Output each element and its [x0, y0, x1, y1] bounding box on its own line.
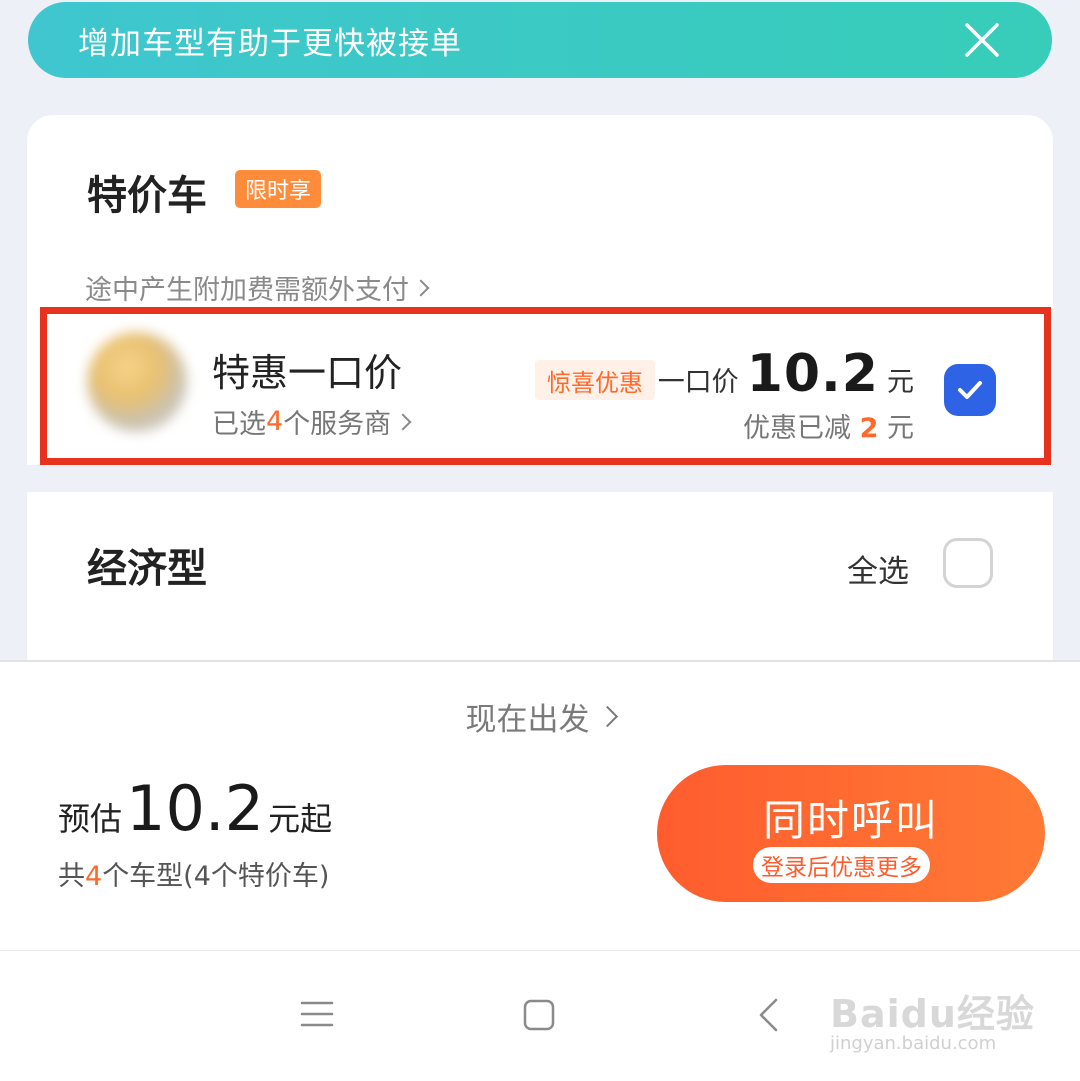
- depart-time-selector[interactable]: 现在出发: [465, 694, 618, 739]
- select-all-checkbox[interactable]: [943, 538, 993, 588]
- option-avatar: [87, 332, 187, 432]
- close-icon[interactable]: [964, 22, 1000, 58]
- watermark-sub: jingyan.baidu.com: [830, 1033, 997, 1054]
- estimate-label: 预估: [58, 800, 123, 838]
- price-label: 一口价: [657, 367, 739, 398]
- estimate-value: 10.2: [126, 772, 265, 845]
- provider-count: 4: [266, 406, 284, 437]
- call-button-label: 同时呼叫: [762, 796, 939, 845]
- discount-prefix: 优惠已减: [743, 413, 852, 444]
- banner-text: 增加车型有助于更快被接单: [78, 25, 462, 62]
- vehicle-count-line: 共4个车型(4个特价车): [58, 854, 329, 893]
- provider-selector[interactable]: 已选 4 个服务商: [212, 402, 412, 441]
- price-value: 10.2: [746, 344, 879, 404]
- count-prefix: 共: [58, 861, 85, 892]
- estimate-line: 预估 10.2 元起: [58, 772, 332, 845]
- bottom-panel: 现在出发 预估 10.2 元起 共4个车型(4个特价车) 同时呼叫 登录后优惠更…: [0, 660, 1080, 952]
- section-title-special: 特价车: [87, 173, 207, 219]
- extra-fee-text: 途中产生附加费需额外支付: [85, 275, 409, 306]
- discount-value: 2: [859, 413, 879, 444]
- limited-time-tag: 限时享: [235, 170, 322, 208]
- option-checkbox[interactable]: [944, 364, 996, 416]
- option-name: 特惠一口价: [212, 351, 403, 395]
- system-nav-bar: Baidu经验 jingyan.baidu.com: [0, 950, 1080, 1081]
- section-title-economy: 经济型: [87, 546, 207, 592]
- discount-line: 优惠已减 2 元: [743, 406, 914, 445]
- login-promo-badge: 登录后优惠更多: [753, 847, 930, 883]
- chevron-right-icon: [596, 705, 618, 728]
- list-item[interactable]: [97, 652, 397, 660]
- depart-text: 现在出发: [465, 702, 590, 738]
- depart-time-row: 现在出发: [0, 694, 1080, 739]
- chevron-right-icon: [412, 279, 430, 296]
- back-icon[interactable]: [756, 997, 780, 1033]
- partial-row-shape: [97, 652, 397, 660]
- estimate-unit: 元起: [268, 800, 333, 838]
- tip-banner: 增加车型有助于更快被接单: [28, 2, 1052, 78]
- provider-suffix: 个服务商: [283, 409, 392, 440]
- watermark-main: Baidu经验: [830, 992, 1035, 1036]
- baidu-jingyan-watermark: Baidu经验 jingyan.baidu.com: [826, 963, 1036, 1054]
- extra-fee-note[interactable]: 途中产生附加费需额外支付: [85, 268, 430, 307]
- count-suffix: 个车型(4个特价车): [102, 861, 330, 892]
- provider-prefix: 已选: [212, 409, 266, 440]
- surprise-discount-tag: 惊喜优惠: [535, 360, 655, 400]
- call-all-button[interactable]: 同时呼叫 登录后优惠更多: [657, 765, 1045, 902]
- price-line: 一口价 10.2 元: [658, 344, 914, 404]
- economy-card: 经济型 全选: [27, 492, 1053, 660]
- menu-icon[interactable]: [300, 997, 334, 1031]
- discount-unit: 元: [887, 413, 914, 444]
- chevron-right-icon: [394, 413, 412, 430]
- count-number: 4: [85, 861, 103, 892]
- price-unit: 元: [887, 367, 914, 398]
- checkmark-icon: [958, 381, 982, 399]
- select-all-label[interactable]: 全选: [847, 546, 909, 591]
- home-icon[interactable]: [523, 999, 555, 1031]
- flat-price-option-row[interactable]: 特惠一口价 已选 4 个服务商 惊喜优惠 一口价 10.2 元 优惠已减 2 元: [40, 307, 1051, 465]
